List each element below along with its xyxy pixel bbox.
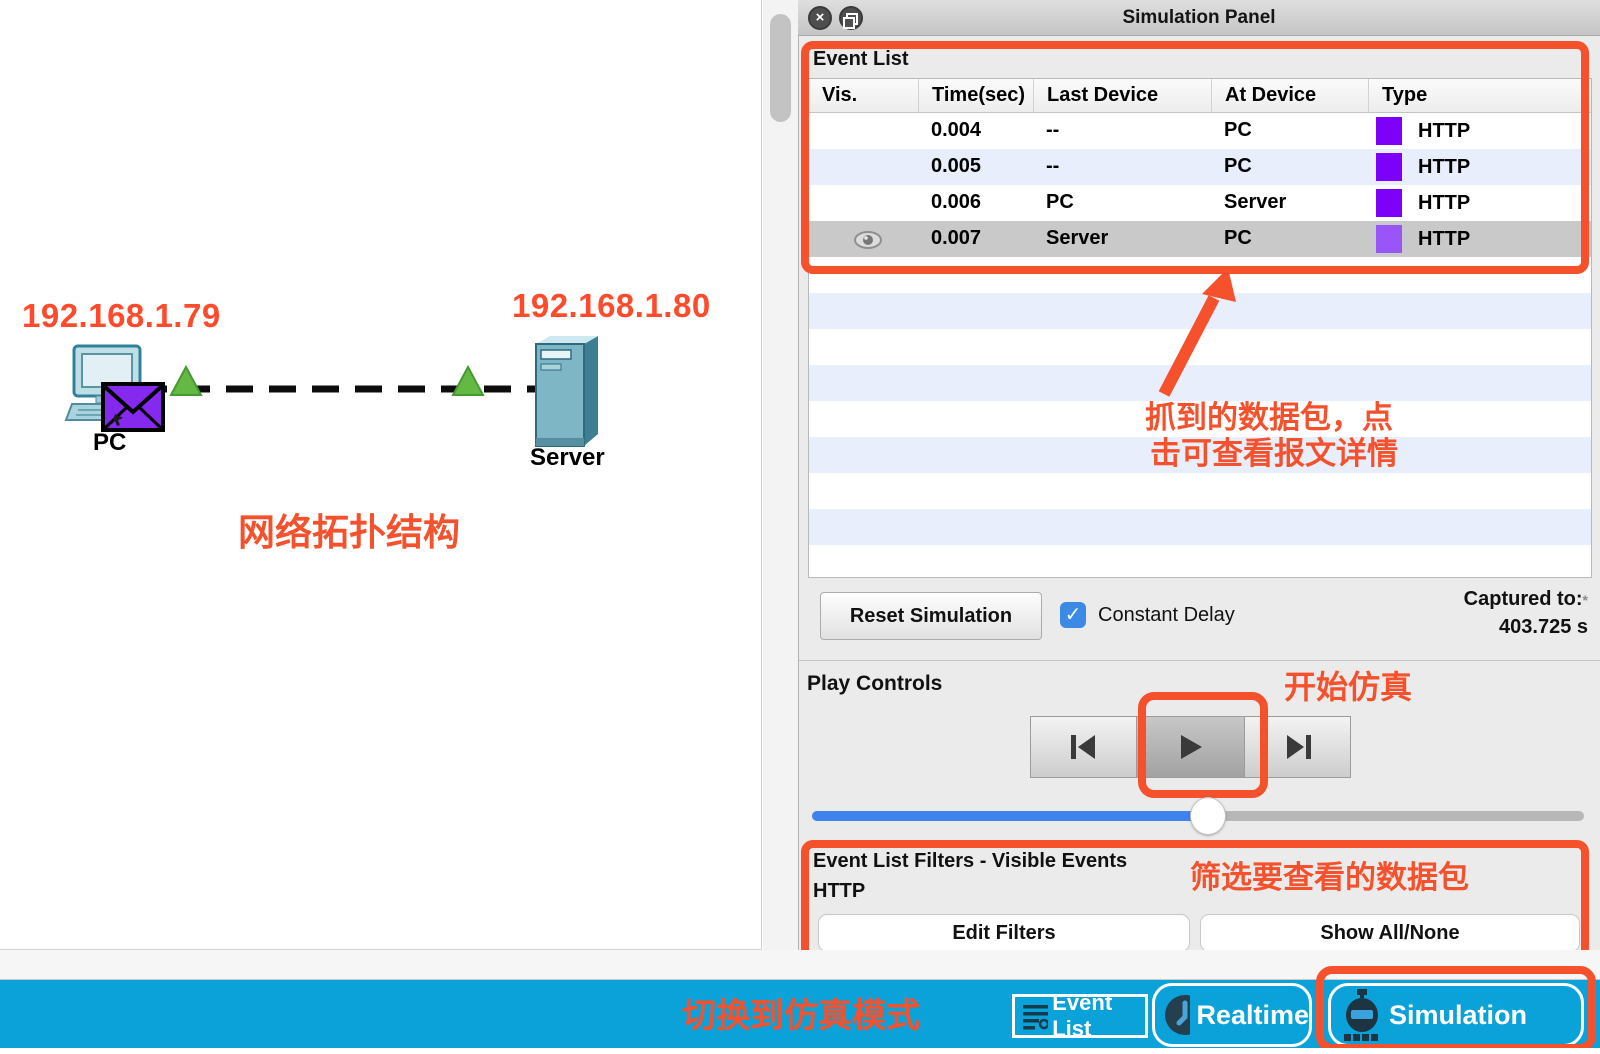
step-back-button[interactable] xyxy=(1030,716,1137,778)
event-row[interactable]: 0.005 -- PC HTTP xyxy=(809,149,1591,185)
constant-delay-checkbox[interactable]: ✓ xyxy=(1060,602,1086,628)
play-button[interactable] xyxy=(1137,716,1244,778)
col-time[interactable]: Time(sec) xyxy=(918,79,1033,112)
speed-slider-fill xyxy=(812,811,1198,821)
filters-heading: Event List Filters - Visible Events xyxy=(813,850,1127,873)
packet-color-swatch xyxy=(1376,153,1402,181)
event-row-selected[interactable]: 0.007 Server PC HTTP xyxy=(809,221,1591,257)
packet-color-swatch xyxy=(1376,189,1402,217)
pc-device-label: PC xyxy=(93,429,126,457)
status-strip xyxy=(0,950,1600,980)
event-list-toggle-button[interactable]: Event List xyxy=(1012,994,1148,1038)
packet-color-swatch xyxy=(1376,225,1402,253)
pc-ip-label: 192.168.1.79 xyxy=(22,297,221,335)
packet-envelope-icon[interactable] xyxy=(101,382,165,432)
packet-note-annotation-line2: 击可查看报文详情 xyxy=(1150,428,1398,473)
link-status-up-icon xyxy=(169,365,203,397)
topology-caption-annotation: 网络拓扑结构 xyxy=(238,502,460,556)
float-window-icon[interactable] xyxy=(839,6,863,30)
col-at-device[interactable]: At Device xyxy=(1211,79,1368,112)
simulation-mode-button[interactable]: Simulation xyxy=(1328,983,1584,1047)
mode-annotation: 切换到仿真模式 xyxy=(682,988,920,1037)
close-icon[interactable]: × xyxy=(808,6,832,30)
event-list-header: Vis. Time(sec) Last Device At Device Typ… xyxy=(809,79,1591,113)
packet-annotation-arrow xyxy=(1130,262,1260,402)
bottom-margin xyxy=(0,1048,1600,1054)
panel-title: Simulation Panel xyxy=(798,0,1600,36)
play-controls-heading: Play Controls xyxy=(807,672,942,696)
packet-color-swatch xyxy=(1376,117,1402,145)
section-divider xyxy=(799,660,1600,661)
simulation-stopwatch-icon xyxy=(1339,988,1385,1042)
realtime-clock-icon xyxy=(1163,993,1190,1037)
event-row[interactable]: 0.006 PC Server HTTP xyxy=(809,185,1591,221)
topology-canvas[interactable]: 192.168.1.79 192.168.1.80 xyxy=(0,0,762,950)
server-device-icon[interactable] xyxy=(532,334,602,450)
edit-filters-button[interactable]: Edit Filters xyxy=(818,914,1190,952)
server-device-label: Server xyxy=(530,444,605,472)
visible-eye-icon xyxy=(853,229,883,251)
event-row[interactable]: 0.004 -- PC HTTP xyxy=(809,113,1591,149)
active-filter-label: HTTP xyxy=(813,880,865,903)
event-list-heading: Event List xyxy=(813,48,909,71)
filter-annotation: 筛选要查看的数据包 xyxy=(1190,852,1469,897)
event-list-icon xyxy=(1020,1001,1048,1031)
link-status-up-icon xyxy=(451,365,485,397)
realtime-mode-button[interactable]: Realtime xyxy=(1152,983,1312,1047)
col-type[interactable]: Type xyxy=(1368,79,1591,112)
play-controls-group xyxy=(1030,716,1351,778)
step-forward-button[interactable] xyxy=(1244,716,1351,778)
captured-to-readout: Captured to:* 403.725 s xyxy=(1338,586,1588,641)
show-all-none-button[interactable]: Show All/None xyxy=(1200,914,1580,952)
speed-slider-thumb[interactable] xyxy=(1190,797,1226,835)
col-last-device[interactable]: Last Device xyxy=(1033,79,1211,112)
reset-simulation-button[interactable]: Reset Simulation xyxy=(820,592,1042,640)
constant-delay-label: Constant Delay xyxy=(1098,604,1235,627)
server-ip-label: 192.168.1.80 xyxy=(512,287,711,325)
packet-tracer-window: 192.168.1.79 192.168.1.80 xyxy=(0,0,1600,1054)
start-simulation-annotation: 开始仿真 xyxy=(1284,662,1412,708)
canvas-scrollbar-thumb[interactable] xyxy=(770,14,791,122)
col-vis[interactable]: Vis. xyxy=(809,79,918,112)
canvas-scrollbar-track[interactable] xyxy=(763,0,798,950)
simulation-panel-titlebar: Simulation Panel xyxy=(798,0,1600,36)
